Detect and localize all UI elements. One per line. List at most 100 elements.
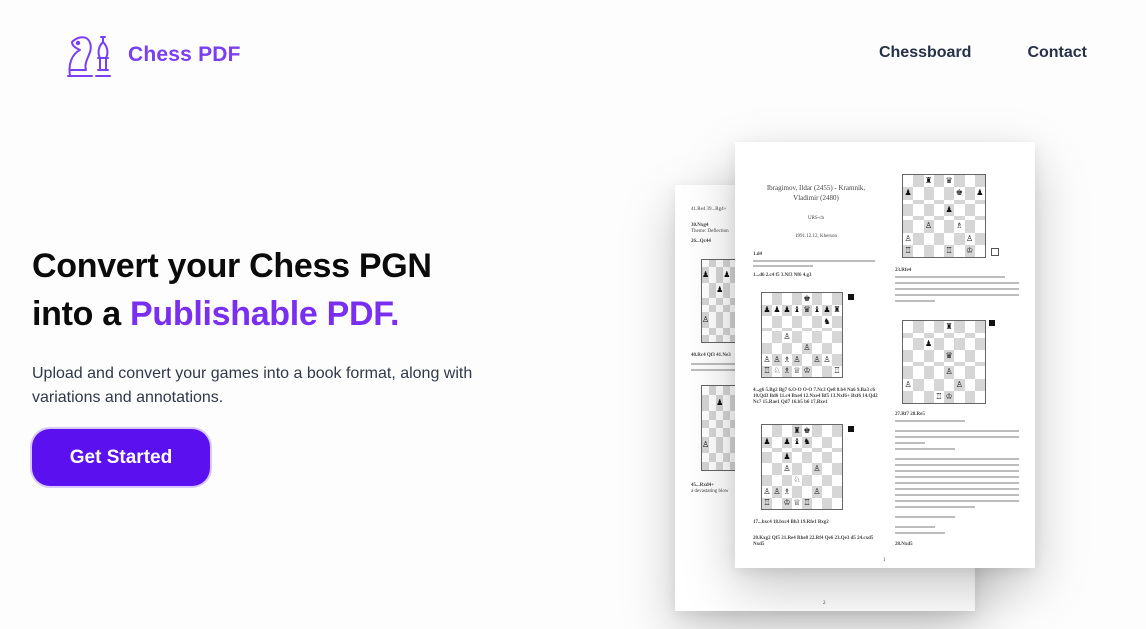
board-square	[723, 419, 731, 428]
board-square: ♙	[812, 486, 822, 498]
chess-piece-icon: ♙	[904, 379, 912, 389]
board-square	[964, 203, 975, 216]
board-square	[944, 220, 955, 233]
board-square	[822, 463, 832, 475]
board-square	[709, 297, 717, 305]
text-placeholder-line	[895, 516, 955, 518]
nav-link-contact[interactable]: Contact	[1027, 44, 1087, 62]
moves-text: 20.Kxg2 Qf5 21.Re4 Rhe8 22.Rf4 Qe6 23.Qe…	[753, 536, 874, 547]
text-placeholder-line	[895, 476, 1019, 478]
chess-piece-icon: ♖	[945, 245, 953, 255]
board-square	[812, 474, 822, 486]
board-square	[709, 436, 717, 453]
board-square	[974, 175, 985, 188]
chess-diagram: ♚ ♟ ♟ ♟ ♝ ♛ ♝ ♟ ♜ ♞ ♙ ♙ ♙ ♙ ♗ ♙ ♙ ♙ ♖ ♘ ♗ ♕ ♔ ♖	[761, 292, 843, 378]
board-square	[954, 175, 965, 188]
chess-piece-icon: ♟	[783, 305, 791, 315]
text-placeholder-line	[895, 488, 1019, 490]
board-square	[723, 436, 731, 453]
board-square	[772, 497, 782, 509]
board-square	[762, 474, 772, 486]
board-square	[792, 331, 802, 343]
text-placeholder-line	[895, 464, 1019, 466]
text-placeholder-line	[895, 276, 1005, 278]
board-square: ♟	[723, 267, 731, 283]
board-square	[933, 203, 944, 216]
board-square: ♜	[832, 304, 842, 316]
board-square	[792, 293, 802, 305]
board-square	[913, 337, 924, 350]
text-placeholder-line	[895, 282, 1019, 284]
brand-logo[interactable]: Chess PDF	[62, 30, 241, 80]
brand-name: Chess PDF	[128, 43, 241, 66]
board-square	[933, 175, 944, 188]
board-square: ♟	[716, 394, 724, 411]
board-square	[933, 349, 944, 362]
board-square	[933, 187, 944, 200]
hero-title: Convert your Chess PGN into a Publishabl…	[32, 242, 592, 338]
board-square: ♟	[974, 187, 985, 200]
board-square	[964, 337, 975, 350]
board-square	[716, 327, 724, 335]
board-square	[716, 305, 724, 313]
chess-piece-icon: ♖	[763, 366, 771, 376]
board-square: ♙	[923, 220, 934, 233]
board-square: ♕	[792, 497, 802, 509]
side-to-move-marker	[848, 294, 854, 300]
chess-diagram: ♜ ♛ ♟ ♚ ♟ ♟ ♙ ♗ ♙ ♙ ♖ ♖ ♔	[902, 174, 986, 258]
nav-link-chessboard[interactable]: Chessboard	[879, 44, 971, 62]
chess-piece-icon: ♔	[966, 245, 974, 255]
chess-piece-icon: ♗	[783, 486, 791, 496]
chess-piece-icon: ♟	[773, 305, 781, 315]
chess-piece-icon: ♙	[763, 486, 771, 496]
text-placeholder-line	[753, 265, 813, 267]
board-square	[913, 203, 924, 216]
board-square: ♛	[802, 304, 812, 316]
chess-piece-icon: ♟	[716, 285, 724, 295]
board-square	[933, 378, 944, 391]
moves-text: 4...g6 5.Bg2 Bg7 6.O-O O-O 7.Nc3 Qe8 8.b…	[753, 388, 878, 405]
side-to-move-marker	[991, 248, 999, 256]
board-square	[933, 337, 944, 350]
side-to-move-marker	[989, 320, 995, 326]
board-square	[772, 342, 782, 354]
board-square	[974, 203, 985, 216]
board-square	[954, 390, 965, 403]
chess-piece-icon: ♟	[716, 397, 724, 407]
text-placeholder-line	[691, 363, 741, 365]
board-square: ♙	[772, 486, 782, 498]
hero-title-line1: Convert your Chess PGN	[32, 247, 432, 285]
board-square	[709, 386, 717, 395]
board-square	[716, 267, 724, 283]
board-square	[903, 349, 914, 362]
chess-piece-icon: ♙	[925, 221, 933, 231]
board-square: ♟	[702, 267, 710, 283]
chess-piece-icon: ♛	[945, 350, 953, 360]
board-square	[964, 187, 975, 200]
board-square	[822, 436, 832, 448]
board-square	[802, 354, 812, 366]
back-text-line: 40.Rc4 Qf3 41.Ne3	[691, 353, 731, 358]
chess-piece-icon: ♖	[803, 498, 811, 508]
board-square	[944, 378, 955, 391]
hero-subtitle: Upload and convert your games into a boo…	[32, 365, 473, 406]
board-square	[913, 349, 924, 362]
board-square	[702, 419, 710, 428]
chess-piece-icon: ♙	[773, 486, 781, 496]
chess-piece-icon: ♟	[823, 305, 831, 315]
chess-piece-icon: ♟	[763, 437, 771, 447]
board-square	[716, 334, 724, 342]
board-square	[832, 342, 842, 354]
page-number: 2	[823, 601, 826, 606]
get-started-button[interactable]: Get Started	[32, 429, 210, 486]
board-square: ♙	[762, 486, 772, 498]
board-square	[822, 497, 832, 509]
board-square	[716, 386, 724, 395]
board-square	[933, 220, 944, 233]
annotation-move: 27.Rf7 28.Re5	[895, 412, 925, 417]
board-square: ♖	[762, 365, 772, 377]
board-square	[812, 497, 822, 509]
board-square	[812, 451, 822, 463]
text-placeholder-line	[895, 288, 1019, 290]
board-square	[944, 232, 955, 245]
